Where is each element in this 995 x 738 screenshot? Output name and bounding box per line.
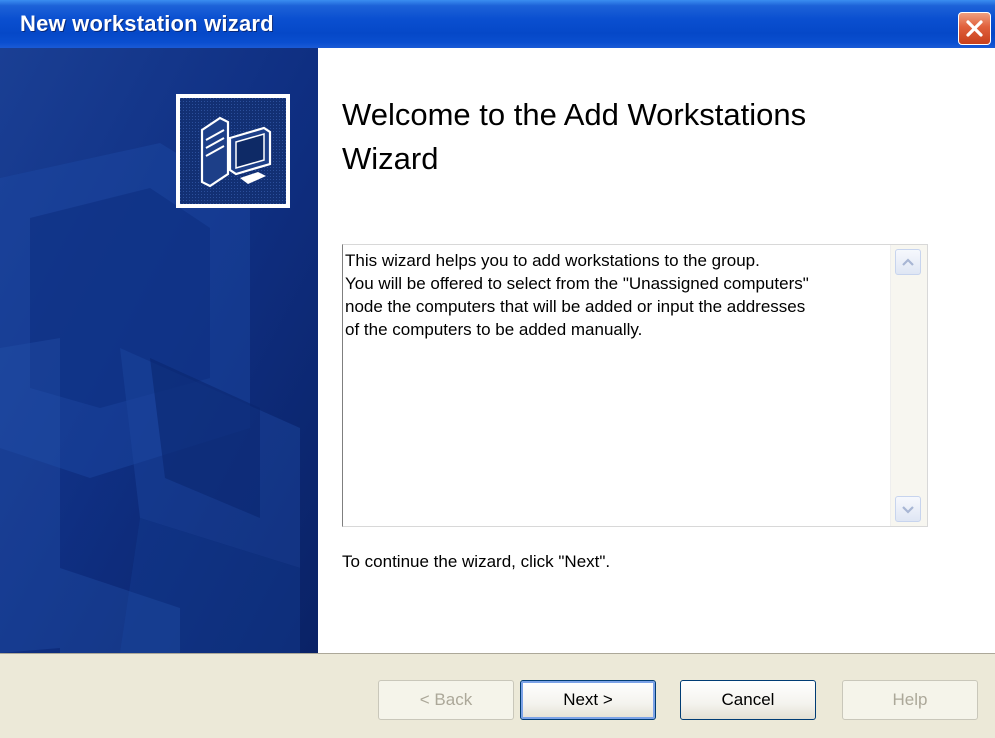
back-button[interactable]: < Back: [378, 680, 514, 720]
wizard-side-banner: [0, 48, 318, 653]
scroll-up-button[interactable]: [895, 249, 921, 275]
continue-instruction: To continue the wizard, click "Next".: [342, 552, 611, 571]
description-text: This wizard helps you to add workstation…: [345, 251, 809, 339]
help-button[interactable]: Help: [842, 680, 978, 720]
scroll-up-icon: [902, 258, 914, 266]
page-title: Welcome to the Add Workstations Wizard: [342, 97, 807, 176]
close-icon: [966, 20, 983, 37]
window-title: New workstation wizard: [20, 11, 274, 36]
description-scrollbar[interactable]: [890, 245, 927, 526]
computer-workstation-icon: [176, 94, 290, 208]
title-bar[interactable]: New workstation wizard: [0, 0, 995, 48]
next-button[interactable]: Next >: [520, 680, 656, 720]
scroll-down-icon: [902, 506, 914, 514]
wizard-window: New workstation wizard Welcome to the Ad…: [0, 0, 995, 738]
scroll-down-button[interactable]: [895, 496, 921, 522]
description-textbox[interactable]: This wizard helps you to add workstation…: [342, 244, 928, 527]
close-button[interactable]: [958, 12, 991, 45]
cancel-button[interactable]: Cancel: [680, 680, 816, 720]
